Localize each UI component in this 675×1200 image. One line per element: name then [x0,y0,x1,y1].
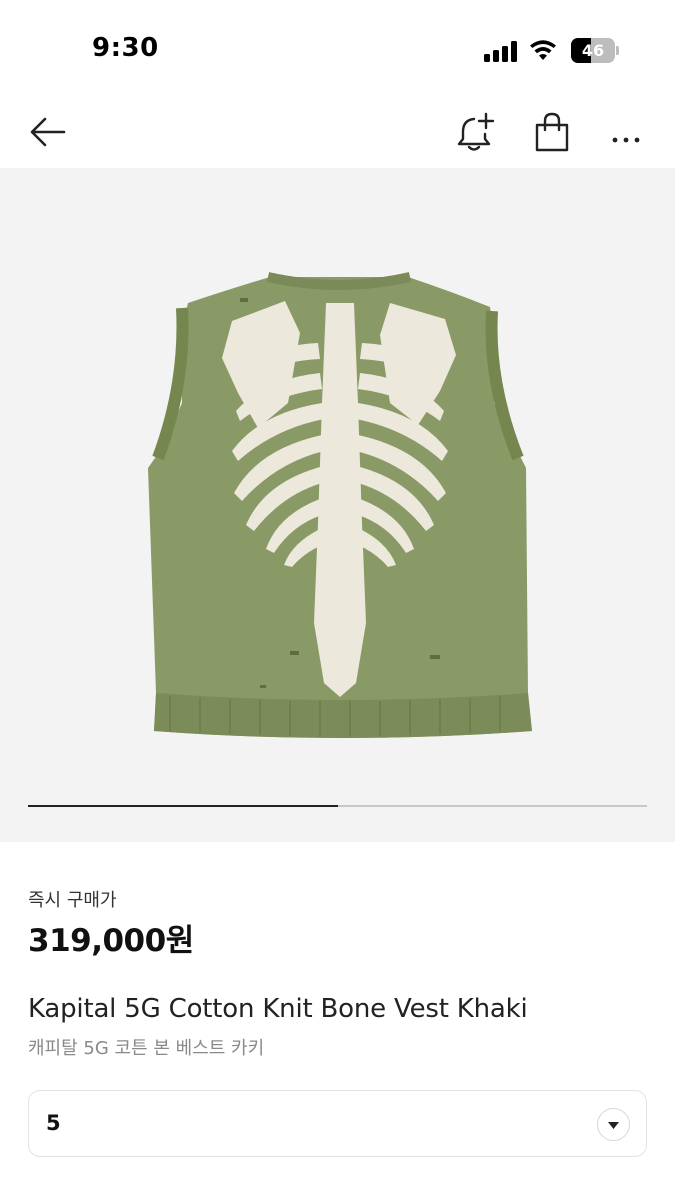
gallery-progress [28,805,647,807]
battery-icon: 46 [571,38,619,63]
more-dots-icon[interactable] [604,110,648,154]
product-image-gallery[interactable] [0,168,675,842]
back-arrow-icon[interactable] [26,110,70,154]
product-title-en: Kapital 5G Cotton Knit Bone Vest Khaki [28,994,528,1024]
signal-icon [484,40,518,62]
product-title-ko: 캐피탈 5G 코튼 본 베스트 카키 [28,1038,265,1059]
top-nav-bar [0,100,675,168]
size-selected-value: 5 [46,1111,61,1135]
size-select[interactable]: 5 [28,1090,647,1157]
product-image [148,272,532,738]
chevron-down-icon [608,1122,619,1129]
price-label: 즉시 구매가 [28,890,117,911]
battery-level: 46 [581,41,605,60]
size-select-toggle[interactable] [597,1108,630,1141]
wifi-icon [530,40,556,60]
status-bar: 9:30 46 [0,0,675,100]
price: 319,000원 [28,923,194,959]
status-time: 9:30 [92,33,159,63]
bell-plus-icon[interactable] [454,110,498,154]
shopping-bag-icon[interactable] [530,110,574,154]
gallery-progress-fill [28,805,338,807]
